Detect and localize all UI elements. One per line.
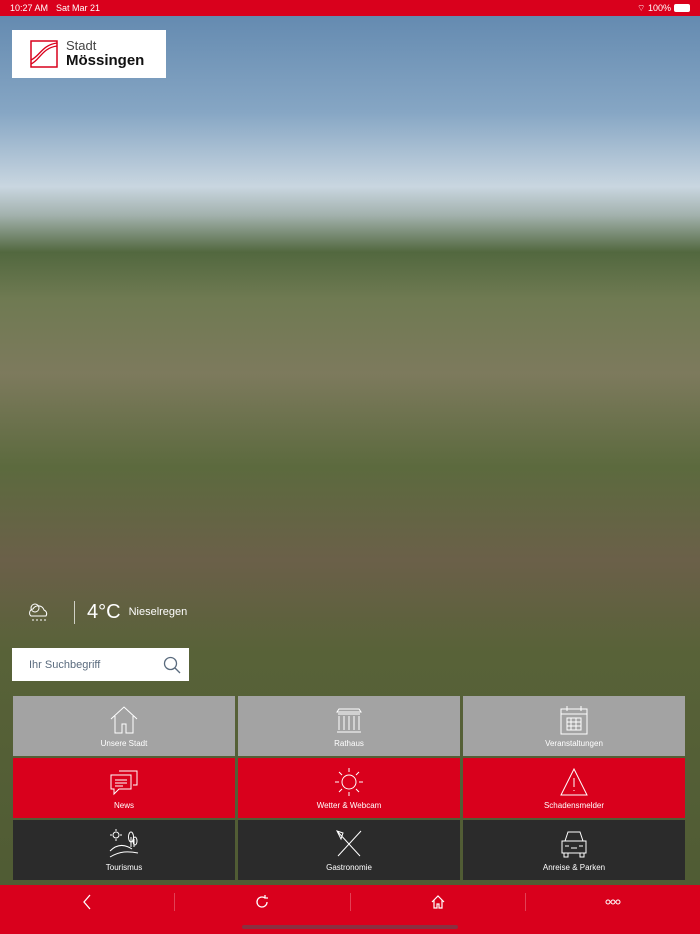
tile-label: Anreise & Parken [542,863,606,872]
home-indicator [242,925,458,929]
battery-icon [674,4,690,13]
home-icon [431,895,445,909]
tile-veranstaltungen[interactable]: Veranstaltungen [463,696,685,756]
menu-grid: Unsere Stadt Rathaus Veranstaltungen New… [13,696,686,880]
tile-label: Wetter & Webcam [316,801,382,810]
chevron-left-icon [83,894,91,910]
status-bar: 10:27 AM Sat Mar 21 ⌔ 100% [0,0,700,16]
tile-label: Schadensmelder [543,801,605,810]
calendar-icon [560,706,588,735]
town-hall-icon [336,708,362,733]
home-button[interactable] [351,893,526,911]
more-icon [605,899,621,905]
sun-icon [335,768,363,796]
reload-icon [256,895,269,908]
more-button[interactable] [526,893,700,911]
warning-icon [560,767,588,796]
tile-label: Rathaus [334,739,364,748]
tile-label: Unsere Stadt [100,739,148,748]
tile-label: Tourismus [105,863,143,872]
search-input[interactable]: Ihr Suchbegriff [12,648,189,681]
tile-rathaus[interactable]: Rathaus [238,696,460,756]
tile-tourismus[interactable]: Tourismus [13,820,235,880]
back-button[interactable] [0,893,176,911]
logo-line1: Stadt [66,38,97,53]
tile-wetter-webcam[interactable]: Wetter & Webcam [238,758,460,818]
weather-widget[interactable]: 4°C Nieselregen [26,600,187,624]
logo-line2: Mössingen [66,52,145,69]
tile-anreise-parken[interactable]: Anreise & Parken [463,820,685,880]
bottom-toolbar [0,885,700,934]
fork-knife-icon [336,830,362,857]
search-placeholder: Ihr Suchbegriff [29,658,101,671]
tile-label: Veranstaltungen [545,739,603,748]
temperature: 4°C [74,600,121,624]
tile-unsere-stadt[interactable]: Unsere Stadt [13,696,235,756]
battery-level: 100% [647,2,671,13]
landscape-icon [109,829,139,858]
tile-label: Gastronomie [326,863,372,872]
tile-schadensmelder[interactable]: Schadensmelder [463,758,685,818]
house-icon [110,706,138,734]
chat-bubbles-icon [110,770,138,796]
weather-description: Nieselregen [128,606,188,618]
logo-mark-icon [30,40,58,68]
tile-gastronomie[interactable]: Gastronomie [238,820,460,880]
tile-news[interactable]: News [13,758,235,818]
tile-label: News [113,801,134,810]
car-icon [561,831,587,858]
status-time: 10:27 AM [10,3,49,13]
reload-button[interactable] [175,893,351,911]
cloud-drizzle-icon [29,603,48,621]
city-logo[interactable]: Stadt Mössingen [12,30,166,78]
search-icon[interactable] [163,656,181,674]
status-date: Sat Mar 21 [56,3,101,13]
wifi-icon: ⌔ [636,2,646,13]
